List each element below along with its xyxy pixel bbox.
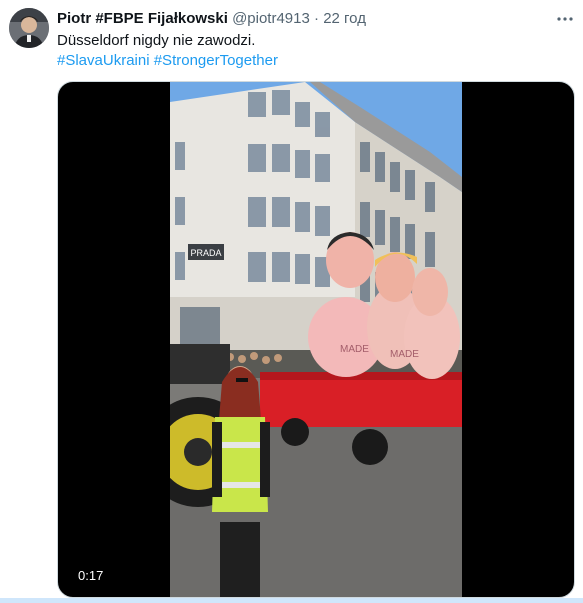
- tweet-text: Düsseldorf nigdy nie zawodzi.: [57, 32, 256, 49]
- more-button[interactable]: [554, 8, 576, 30]
- video-player[interactable]: PRADA MADE MADE 0:17: [57, 81, 575, 598]
- divider: [0, 598, 583, 603]
- tweet[interactable]: Piotr #FBPE Fijałkowski @piotr4913 · 22 …: [0, 0, 583, 603]
- svg-text:MADE: MADE: [340, 344, 369, 355]
- video-timestamp: 0:17: [72, 566, 110, 585]
- video-still: PRADA MADE MADE: [170, 82, 462, 597]
- more-dots-icon: [557, 17, 573, 21]
- separator-dot: ·: [314, 10, 320, 27]
- avatar-image: [9, 8, 49, 48]
- display-name[interactable]: Piotr #FBPE Fijałkowski: [57, 10, 228, 27]
- hashtag-link[interactable]: #StrongerTogether: [154, 52, 278, 69]
- svg-text:MADE: MADE: [390, 349, 419, 360]
- store-sign-text: PRADA: [190, 248, 221, 258]
- video-frame[interactable]: PRADA MADE MADE: [170, 82, 462, 597]
- handle[interactable]: @piotr4913: [232, 10, 310, 27]
- timestamp-link[interactable]: 22 год: [323, 10, 366, 27]
- tweet-hashtags: #SlavaUkraini #StrongerTogether: [57, 51, 278, 71]
- hashtag-link[interactable]: #SlavaUkraini: [57, 52, 150, 69]
- tweet-header: Piotr #FBPE Fijałkowski @piotr4913 · 22 …: [57, 9, 366, 29]
- avatar[interactable]: [9, 8, 49, 48]
